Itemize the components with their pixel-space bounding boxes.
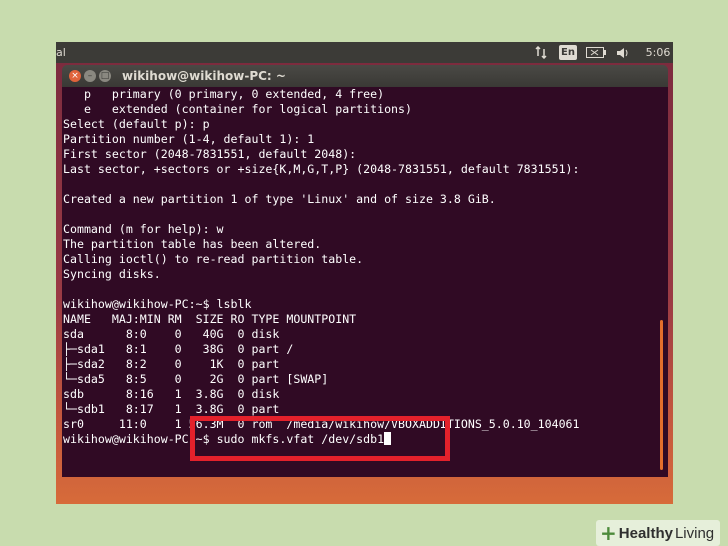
- command-highlight-box: [190, 416, 450, 461]
- terminal-line: ├─sda2 8:2 0 1K 0 part: [63, 357, 280, 371]
- window-titlebar[interactable]: × – □ wikihow@wikihow-PC: ~: [62, 65, 668, 87]
- terminal-line: e extended (container for logical partit…: [63, 102, 413, 116]
- terminal-line: Last sector, +sectors or +size{K,M,G,T,P…: [63, 162, 580, 176]
- terminal-line: Command (m for help): w: [63, 222, 224, 236]
- battery-icon[interactable]: [586, 45, 606, 60]
- clock[interactable]: 5:06: [644, 45, 672, 60]
- maximize-icon[interactable]: □: [99, 70, 111, 82]
- minimize-icon[interactable]: –: [84, 70, 96, 82]
- terminal-line: Created a new partition 1 of type 'Linux…: [63, 192, 496, 206]
- terminal-line: Partition number (1-4, default 1): 1: [63, 132, 315, 146]
- terminal-line: Select (default p): p: [63, 117, 210, 131]
- volume-icon[interactable]: [616, 45, 630, 60]
- watermark-logo: + Healthy Living: [596, 520, 721, 546]
- sync-icon[interactable]: [533, 45, 549, 60]
- terminal-line: Syncing disks.: [63, 267, 161, 281]
- terminal-line: sda 8:0 0 40G 0 disk: [63, 327, 280, 341]
- app-name: al: [56, 46, 66, 59]
- terminal-line: NAME MAJ:MIN RM SIZE RO TYPE MOUNTPOINT: [63, 312, 357, 326]
- close-icon[interactable]: ×: [69, 70, 81, 82]
- watermark-word-1: Healthy: [618, 524, 673, 542]
- top-panel: al En 5:06: [56, 42, 673, 63]
- window-title: wikihow@wikihow-PC: ~: [122, 69, 286, 83]
- terminal-line: The partition table has been altered.: [63, 237, 322, 251]
- terminal-scrollbar[interactable]: [660, 320, 663, 470]
- watermark-word-2: Living: [674, 524, 715, 542]
- terminal-line: wikihow@wikihow-PC:~$ lsblk: [63, 297, 252, 311]
- terminal-line: First sector (2048-7831551, default 2048…: [63, 147, 357, 161]
- terminal-line: ├─sda1 8:1 0 38G 0 part /: [63, 342, 294, 356]
- terminal-line: p primary (0 primary, 0 extended, 4 free…: [63, 87, 385, 101]
- terminal-line: Calling ioctl() to re-read partition tab…: [63, 252, 364, 266]
- terminal-lines: p primary (0 primary, 0 extended, 4 free…: [63, 87, 580, 447]
- terminal-line: sdb 8:16 1 3.8G 0 disk: [63, 387, 280, 401]
- plus-icon: +: [600, 521, 617, 545]
- terminal-line: └─sdb1 8:17 1 3.8G 0 part: [63, 402, 280, 416]
- keyboard-layout-indicator[interactable]: En: [559, 45, 577, 60]
- terminal-line: └─sda5 8:5 0 2G 0 part [SWAP]: [63, 372, 329, 386]
